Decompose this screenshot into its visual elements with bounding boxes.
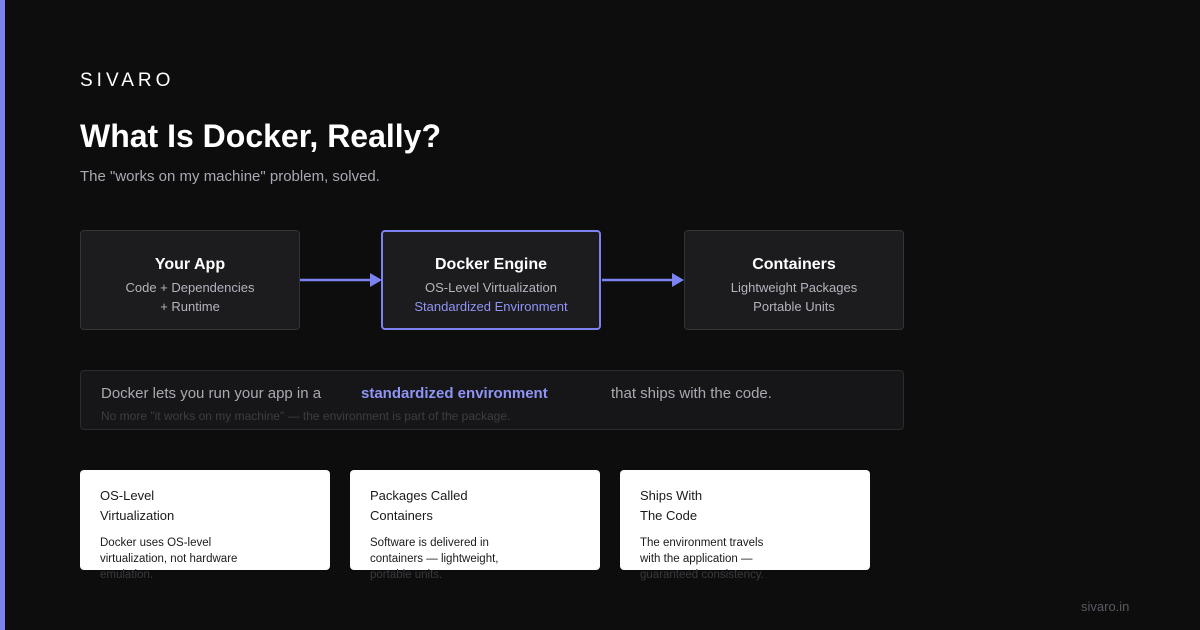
card-title: Packages Called (370, 488, 468, 503)
card-description: guaranteed consistency. (640, 569, 764, 581)
callout-text-before: Docker lets you run your app in a (101, 385, 322, 402)
flow-node-docker-engine: Docker Engine OS-Level Virtualization St… (381, 230, 601, 330)
feature-card-containers: Packages Called Containers Software is d… (350, 470, 600, 581)
card-description: portable units. (370, 569, 443, 581)
arrow-icon (602, 273, 684, 287)
flow-node-containers: Containers Lightweight Packages Portable… (684, 230, 904, 330)
arrow-icon (300, 273, 382, 287)
node-line: + Runtime (160, 299, 220, 314)
footer-domain: sivaro.in (1081, 599, 1130, 614)
node-title: Your App (154, 256, 226, 273)
feature-card-virtualization: OS-Level Virtualization Docker uses OS-l… (80, 470, 330, 581)
card-description: The environment travels (640, 537, 764, 549)
card-title: Virtualization (100, 508, 175, 523)
card-description: Software is delivered in (370, 537, 489, 549)
callout-highlight: standardized environment (361, 385, 548, 402)
callout-box: Docker lets you run your app in a standa… (80, 370, 904, 430)
page-title: What Is Docker, Really? (80, 118, 442, 154)
node-title: Containers (752, 256, 836, 273)
node-line: Code + Dependencies (125, 280, 255, 295)
card-description: emulation. (100, 569, 154, 581)
card-description: with the application — (640, 553, 753, 565)
card-description: Docker uses OS-level (100, 537, 212, 549)
card-title: OS-Level (100, 488, 155, 503)
card-title: Ships With (640, 488, 703, 503)
feature-card-ships-with-code: Ships With The Code The environment trav… (620, 470, 870, 581)
page-subtitle: The "works on my machine" problem, solve… (80, 168, 380, 185)
card-description: virtualization, not hardware (100, 553, 238, 565)
card-title: Containers (370, 508, 433, 523)
card-description: containers — lightweight, (370, 553, 499, 565)
node-line: Lightweight Packages (730, 280, 858, 295)
accent-bar (0, 0, 5, 630)
brand-logo-text: SIVARO (80, 70, 175, 91)
node-line-highlight: Standardized Environment (414, 299, 568, 314)
node-line: OS-Level Virtualization (425, 280, 557, 295)
callout-text-after: that ships with the code. (611, 385, 772, 402)
node-title: Docker Engine (434, 256, 548, 273)
callout-note: No more "it works on my machine" — the e… (101, 409, 511, 423)
flow-node-your-app: Your App Code + Dependencies + Runtime (80, 230, 300, 330)
node-line: Portable Units (753, 299, 835, 314)
card-title: The Code (640, 508, 698, 523)
